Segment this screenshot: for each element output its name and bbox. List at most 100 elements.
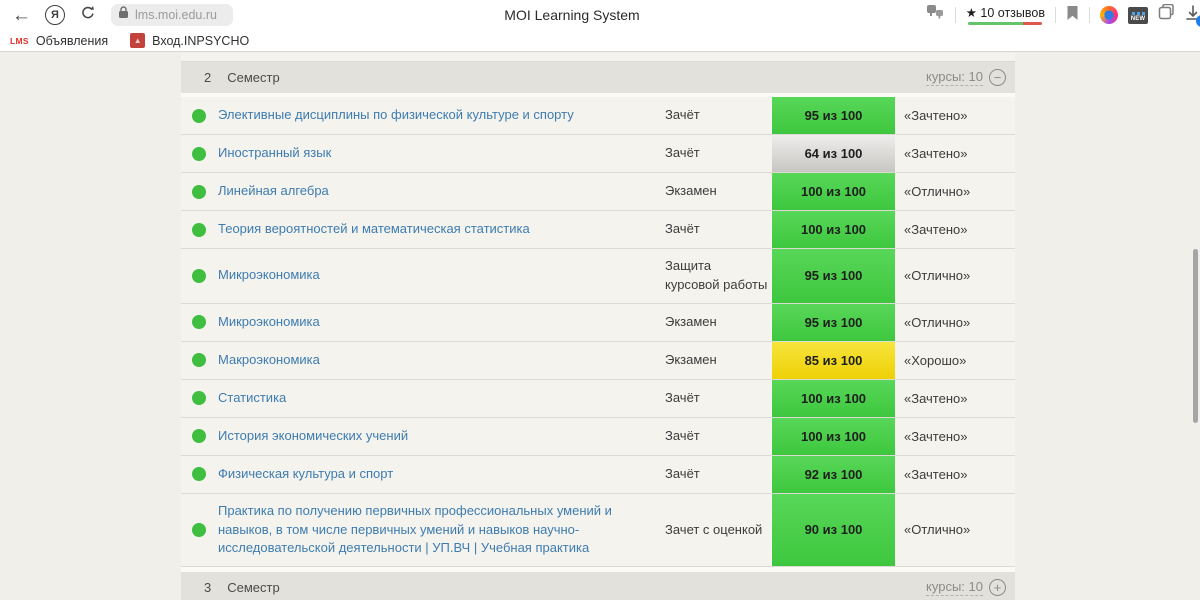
reviews-label: ★ 10 отзывов (965, 6, 1045, 20)
expand-icon[interactable]: + (989, 579, 1006, 597)
page-content: 2 Семестр курсы: 10 − Элективные дисципл… (0, 53, 1200, 600)
gradebook-table: 2 Семестр курсы: 10 − Элективные дисципл… (181, 53, 1015, 600)
row-status (181, 173, 218, 210)
rows-container: Элективные дисциплины по физической куль… (181, 97, 1015, 568)
course-link[interactable]: Микроэкономика (218, 305, 665, 340)
table-row: Теория вероятностей и математическая ста… (181, 211, 1015, 249)
status-dot-icon (192, 222, 206, 237)
status-dot-icon (192, 429, 206, 444)
collapse-icon[interactable]: − (989, 69, 1006, 86)
score-badge: 90 из 100 (772, 493, 895, 567)
course-link[interactable]: Статистика (218, 381, 665, 416)
table-row: История экономических учений Зачёт 100 и… (181, 417, 1015, 456)
separator (1089, 7, 1090, 23)
separator (954, 7, 956, 23)
course-link[interactable]: История экономических учений (218, 419, 665, 454)
lms-favicon: LMS (10, 35, 29, 46)
status-dot-icon (192, 353, 206, 368)
grade-text: «Отлично» (904, 314, 971, 330)
bookmark-label: Объявления (35, 33, 109, 48)
grade-text: «Зачтено» (904, 146, 968, 161)
courses-count-link[interactable]: курсы: 10 (926, 579, 983, 597)
course-link[interactable]: Иностранный язык (218, 136, 665, 171)
row-status (181, 211, 218, 248)
score-badge: 100 из 100 (772, 379, 895, 417)
row-status (181, 304, 218, 341)
yandex-browser-icon[interactable]: Я (45, 5, 65, 25)
table-row: Элективные дисциплины по физической куль… (181, 97, 1015, 135)
status-dot-icon (192, 391, 206, 406)
nav-buttons: ← Я (0, 4, 97, 27)
assessment-type: Зачёт (665, 427, 700, 443)
collections-tag-icon[interactable] (1158, 3, 1175, 26)
refresh-icon[interactable] (79, 4, 97, 27)
score-badge: 95 из 100 (772, 97, 895, 134)
toolbar-right-icons: ★ 10 отзывов NEW 2 (926, 0, 1200, 30)
assessment-type: Экзамен (665, 313, 717, 329)
grade-text: «Отлично» (904, 268, 971, 284)
status-dot-icon (192, 315, 206, 330)
score-badge: 95 из 100 (772, 303, 895, 341)
score-badge: 100 из 100 (772, 417, 895, 455)
new-icon-dots (1131, 11, 1145, 15)
bookmark-flag-icon[interactable] (1066, 5, 1079, 26)
extension-browser-icon[interactable] (1100, 6, 1118, 24)
site-reviews[interactable]: ★ 10 отзывов (966, 5, 1045, 25)
assessment-type: Зачет с оценкой (665, 521, 763, 537)
course-link[interactable]: Элективные дисциплины по физической куль… (218, 98, 665, 133)
rating-bar (968, 22, 1043, 25)
status-dot-icon (192, 268, 206, 283)
semester-3-header: 3 Семестр курсы: 10 + (181, 572, 1015, 600)
semester-label: Семестр (227, 580, 280, 596)
bookmarks-bar: LMS Объявления ▲ Вход.INPSYCHO (0, 30, 1200, 52)
status-dot-icon (192, 184, 206, 199)
grade-text: «Отлично» (904, 184, 971, 199)
bookmark-inpsycho[interactable]: ▲ Вход.INPSYCHO (130, 33, 249, 48)
courses-count-link[interactable]: курсы: 10 (926, 69, 983, 86)
status-dot-icon (192, 146, 206, 161)
bookmark-announcements[interactable]: LMS Объявления (10, 34, 108, 48)
table-row: Практика по получению первичных професси… (181, 493, 1015, 568)
row-status (181, 418, 218, 455)
grade-text: «Хорошо» (904, 352, 967, 368)
grade-text: «Зачтено» (904, 390, 968, 406)
course-link[interactable]: Практика по получению первичных професси… (218, 494, 665, 567)
score-badge: 85 из 100 (772, 341, 895, 379)
downloads-icon[interactable]: 2 (1185, 5, 1200, 27)
table-row: Макроэкономика Экзамен 85 из 100 «Хорошо… (181, 341, 1015, 380)
course-link[interactable]: Макроэкономика (218, 343, 665, 378)
extension-new-icon[interactable]: NEW (1128, 6, 1148, 24)
course-link[interactable]: Линейная алгебра (218, 174, 665, 209)
separator (1055, 7, 1056, 23)
score-badge: 100 из 100 (772, 173, 895, 210)
status-dot-icon (192, 467, 206, 482)
assessment-type: Зачёт (665, 145, 700, 161)
assessment-type: Зачёт (665, 221, 700, 237)
table-row: Микроэкономика Экзамен 95 из 100 «Отличн… (181, 303, 1015, 342)
back-icon[interactable]: ← (12, 6, 31, 25)
browser-toolbar: ← Я lms.moi.edu.ru MOI Learning System ★… (0, 0, 1200, 30)
semester-number: 3 (204, 580, 212, 596)
row-status (181, 97, 218, 134)
grade-text: «Зачтено» (904, 466, 968, 482)
scrollbar-thumb[interactable] (1193, 249, 1198, 423)
course-link[interactable]: Физическая культура и спорт (218, 457, 665, 492)
bookmark-label: Вход.INPSYCHO (152, 33, 250, 48)
score-badge: 95 из 100 (772, 249, 895, 303)
assessment-type: Зачёт (665, 389, 700, 405)
assessment-type: Зачёт (665, 107, 700, 123)
row-status (181, 249, 218, 303)
row-status (181, 456, 218, 493)
status-dot-icon (192, 108, 206, 123)
grade-text: «Отлично» (904, 522, 971, 538)
assessment-type: Защита курсовой работы (665, 258, 768, 292)
course-link[interactable]: Микроэкономика (218, 258, 665, 293)
table-row: Линейная алгебра Экзамен 100 из 100 «Отл… (181, 173, 1015, 211)
table-row: Физическая культура и спорт Зачёт 92 из … (181, 455, 1015, 494)
address-bar[interactable]: lms.moi.edu.ru (111, 4, 233, 26)
grade-text: «Зачтено» (904, 222, 968, 237)
downloads-count-badge: 2 (1196, 15, 1200, 27)
course-link[interactable]: Теория вероятностей и математическая ста… (218, 212, 665, 247)
pins-icon[interactable] (926, 4, 945, 26)
assessment-type: Зачёт (665, 465, 700, 481)
